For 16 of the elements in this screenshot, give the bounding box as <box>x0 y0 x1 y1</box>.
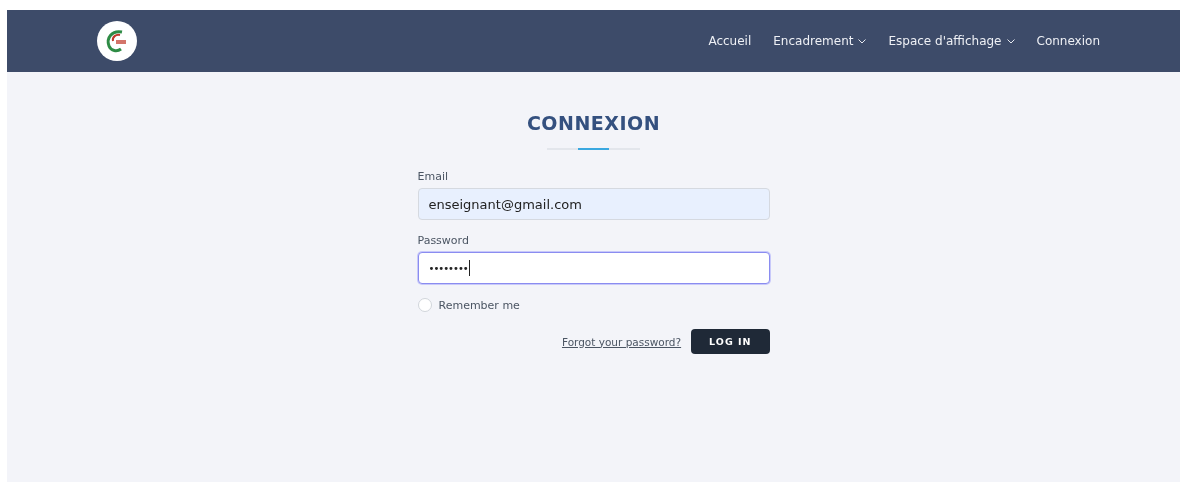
login-button[interactable]: LOG IN <box>691 329 770 354</box>
chevron-down-icon <box>858 38 867 44</box>
remember-label: Remember me <box>438 298 520 312</box>
remember-checkbox[interactable] <box>417 298 432 312</box>
password-field[interactable]: •••••••• <box>417 252 770 284</box>
page-title: CONNEXION <box>525 112 662 134</box>
email-field[interactable]: enseignant@gmail.com <box>417 188 770 220</box>
field-label: Email <box>417 170 450 183</box>
nav-link[interactable]: Encadrement <box>773 34 867 48</box>
nav-link[interactable]: Accueil <box>708 34 752 48</box>
nav-link[interactable]: Espace d'affichage <box>888 34 1015 48</box>
field-label: Password <box>417 234 470 247</box>
chevron-down-icon <box>1006 38 1015 44</box>
nav-link[interactable]: Connexion <box>1036 34 1100 48</box>
logo-icon[interactable] <box>97 21 137 61</box>
forgot-password-link[interactable]: Forgot your password? <box>561 335 682 348</box>
